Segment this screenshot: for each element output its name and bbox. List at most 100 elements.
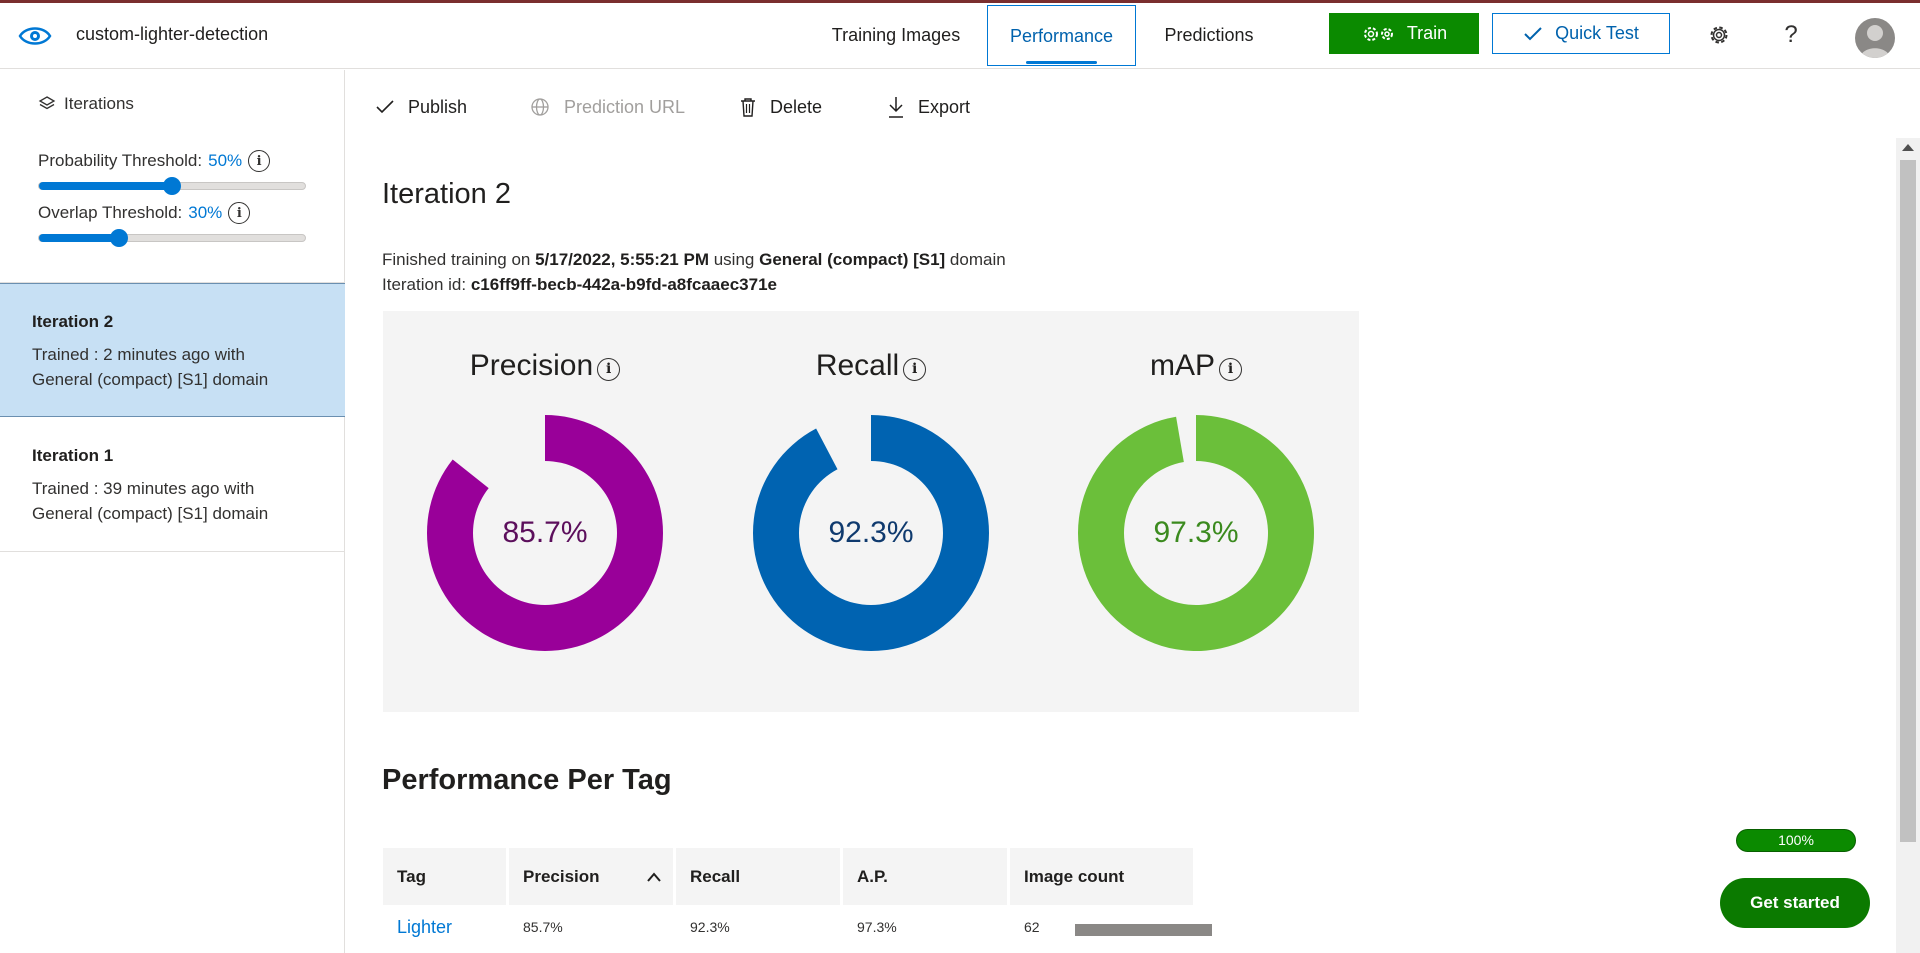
column-header-label: Precision — [523, 867, 600, 886]
iteration-title: Iteration 2 — [382, 178, 511, 210]
metrics-panel: Precision i 85.7% Recall i 92.3% mAP i 9… — [383, 311, 1359, 712]
cell-precision: 85.7% — [523, 919, 563, 935]
training-finished-info: Finished training on 5/17/2022, 5:55:21 … — [382, 250, 1006, 270]
column-header-recall[interactable]: Recall — [676, 848, 840, 905]
quick-test-label: Quick Test — [1555, 23, 1639, 43]
checkmark-icon — [1524, 26, 1542, 40]
tab-training-images[interactable]: Training Images — [816, 5, 976, 66]
publish-label: Publish — [408, 96, 468, 117]
metric-map: mAP i 97.3% — [1034, 349, 1358, 689]
probability-threshold-label: Probability Threshold: 50% i — [38, 150, 271, 172]
table-row: Lighter 85.7% 92.3% 97.3% 62 — [383, 905, 1212, 953]
iterations-header: Iterations — [38, 94, 134, 114]
globe-icon — [531, 98, 549, 116]
slider-thumb[interactable] — [109, 229, 128, 247]
metric-value: 92.3% — [828, 516, 914, 549]
finished-prefix: Finished training on — [382, 250, 536, 269]
download-icon — [889, 97, 903, 118]
gear-icon[interactable] — [1705, 21, 1733, 49]
slider-fill — [39, 234, 119, 242]
delete-label: Delete — [770, 96, 823, 117]
overlap-threshold-text: Overlap Threshold: — [38, 203, 183, 222]
gears-icon — [1363, 26, 1393, 41]
column-header-precision[interactable]: Precision — [509, 848, 673, 905]
overlap-threshold-value: 30% — [188, 203, 223, 222]
quick-test-button[interactable]: Quick Test — [1492, 13, 1670, 54]
metric-title-text: Precision — [469, 349, 594, 382]
progress-indicator: 100% — [1736, 829, 1856, 852]
image-count-bar — [1075, 924, 1212, 936]
iterations-sidebar: Iterations Probability Threshold: 50% i … — [0, 70, 345, 953]
finished-date: 5/17/2022, 5:55:21 PM — [535, 250, 709, 269]
sort-ascending-icon — [647, 872, 661, 882]
iteration-id-prefix: Iteration id: — [382, 275, 471, 294]
tab-predictions[interactable]: Predictions — [1147, 5, 1271, 66]
iteration-item-1[interactable]: Iteration 1 Trained : 39 minutes ago wit… — [0, 418, 345, 552]
export-label: Export — [918, 96, 971, 117]
project-name[interactable]: custom-lighter-detection — [76, 24, 268, 45]
iteration-id-value: c16ff9ff-becb-442a-b9fd-a8fcaaec371e — [470, 275, 777, 294]
layers-icon — [38, 96, 56, 110]
finished-mid: using — [709, 250, 760, 269]
iteration-name: Iteration 2 — [32, 312, 114, 331]
metric-title-text: mAP — [1149, 349, 1215, 382]
probability-threshold-text: Probability Threshold: — [38, 151, 203, 170]
cell-recall: 92.3% — [690, 919, 730, 935]
column-header-image-count[interactable]: Image count — [1010, 848, 1193, 905]
finished-domain: General (compact) [S1] — [759, 250, 946, 269]
publish-button[interactable]: Publish — [376, 92, 467, 122]
get-started-button[interactable]: Get started — [1720, 878, 1870, 928]
info-icon[interactable]: i — [597, 357, 621, 381]
delete-button[interactable]: Delete — [740, 92, 822, 122]
cell-ap: 97.3% — [857, 919, 897, 935]
performance-table: Tag Precision Recall A.P. Image count Li… — [383, 848, 1212, 953]
top-header: custom-lighter-detection Training Images… — [0, 3, 1920, 69]
info-icon[interactable]: i — [228, 202, 251, 224]
eye-icon[interactable] — [18, 21, 52, 51]
overlap-threshold-label: Overlap Threshold: 30% i — [38, 202, 251, 224]
iteration-id: Iteration id: c16ff9ff-becb-442a-b9fd-a8… — [382, 275, 777, 295]
user-avatar-icon[interactable] — [1855, 18, 1895, 58]
metric-title: Recall i — [709, 349, 1033, 383]
prediction-url-label: Prediction URL — [564, 96, 686, 117]
checkmark-icon — [376, 100, 394, 114]
cell-image-count: 62 — [1024, 919, 1040, 935]
scroll-up-arrow-icon[interactable] — [1902, 144, 1914, 151]
question-icon[interactable]: ? — [1777, 21, 1805, 49]
metric-recall: Recall i 92.3% — [709, 349, 1033, 689]
main-content: Publish Prediction URL Delete Export Ite… — [346, 70, 1900, 953]
main-scrollbar[interactable] — [1896, 138, 1920, 953]
iteration-desc: Trained : 39 minutes ago with General (c… — [32, 479, 269, 523]
performance-per-tag-title: Performance Per Tag — [382, 764, 672, 796]
table-header: Tag Precision Recall A.P. Image count — [383, 848, 1193, 905]
scroll-thumb[interactable] — [1900, 160, 1916, 842]
metric-precision: Precision i 85.7% — [383, 349, 707, 689]
slider-thumb[interactable] — [163, 177, 181, 195]
slider-fill — [39, 182, 172, 190]
iteration-desc: Trained : 2 minutes ago with General (co… — [32, 345, 269, 389]
column-header-tag[interactable]: Tag — [383, 848, 506, 905]
overlap-threshold-slider[interactable] — [38, 229, 306, 247]
iteration-item-2[interactable]: Iteration 2 Trained : 2 minutes ago with… — [0, 283, 345, 417]
tab-performance[interactable]: Performance — [987, 5, 1136, 66]
metric-title: Precision i — [383, 349, 707, 383]
prediction-url-button[interactable]: Prediction URL — [530, 92, 685, 122]
finished-suffix: domain — [945, 250, 1006, 269]
metric-title-text: Recall — [815, 349, 900, 382]
metric-title: mAP i — [1034, 349, 1358, 383]
train-label: Train — [1406, 23, 1448, 43]
info-icon[interactable]: i — [903, 357, 927, 381]
probability-threshold-value: 50% — [208, 151, 243, 170]
metric-value: 97.3% — [1153, 516, 1239, 549]
probability-threshold-slider[interactable] — [38, 177, 306, 195]
train-button[interactable]: Train — [1329, 13, 1479, 54]
info-icon[interactable]: i — [248, 150, 271, 172]
info-icon[interactable]: i — [1219, 357, 1242, 381]
tag-link[interactable]: Lighter — [383, 917, 452, 938]
export-button[interactable]: Export — [888, 92, 970, 122]
trash-icon — [741, 98, 755, 117]
iterations-label: Iterations — [64, 94, 134, 113]
iteration-name: Iteration 1 — [32, 446, 114, 465]
metric-value: 85.7% — [502, 516, 588, 549]
column-header-ap[interactable]: A.P. — [843, 848, 1007, 905]
